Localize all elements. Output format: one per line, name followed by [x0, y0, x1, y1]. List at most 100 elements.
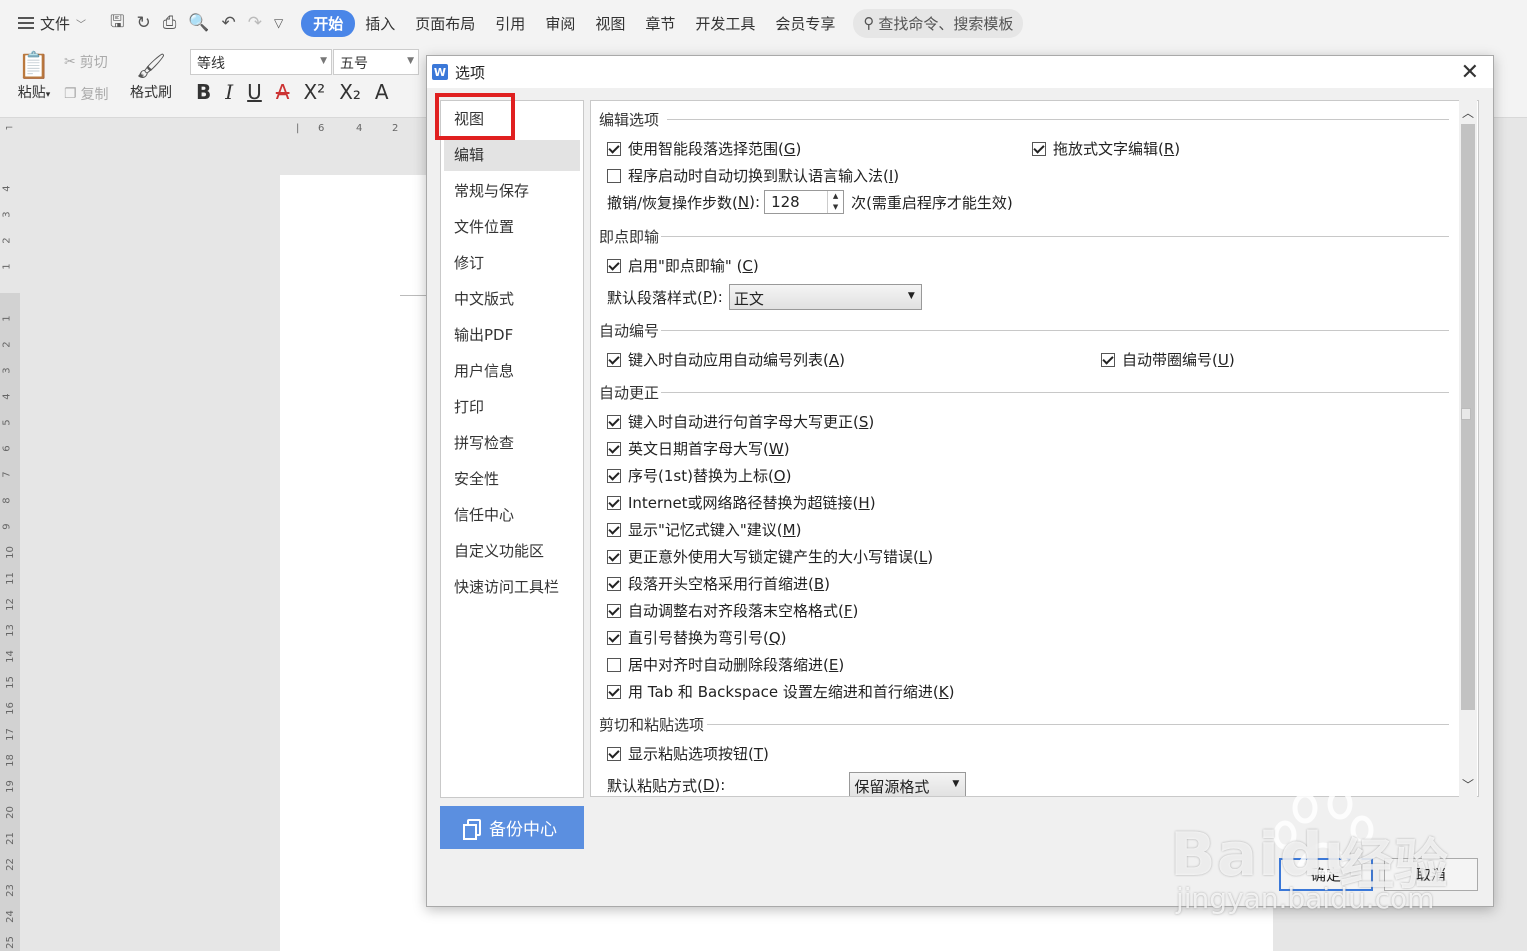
checkbox-icon[interactable] [607, 352, 621, 367]
nav-item-customize-ribbon[interactable]: 自定义功能区 [441, 536, 583, 567]
checkbox-icon[interactable] [607, 168, 621, 183]
ok-button[interactable]: 确定 [1279, 858, 1373, 891]
cut-button[interactable]: ✂ 剪切 [64, 52, 108, 72]
file-menu[interactable]: 文件 ﹀ [0, 13, 110, 34]
format-painter-button[interactable]: 🖌 格式刷 [126, 50, 176, 102]
checkbox-auto-correct-item[interactable]: 用 Tab 和 Backspace 设置左缩进和首行缩进(K) [607, 681, 954, 702]
tab-view[interactable]: 视图 [585, 13, 635, 34]
checkbox-icon[interactable] [1101, 352, 1115, 367]
checkbox-auto-correct-item[interactable]: 自动调整右对齐段落末空格格式(F) [607, 600, 858, 621]
tab-developer[interactable]: 开发工具 [685, 13, 765, 34]
font-name-value: 等线 [197, 56, 225, 72]
content-scrollbar[interactable]: ︿ ﹀ [1459, 100, 1477, 797]
checkbox-auto-correct-item[interactable]: 序号(1st)替换为上标(O) [607, 465, 791, 486]
checkbox-auto-correct-item[interactable]: 更正意外使用大写锁定键产生的大小写错误(L) [607, 546, 933, 567]
checkbox-auto-list[interactable]: 键入时自动应用自动编号列表(A) [607, 349, 845, 370]
spin-down-icon[interactable]: ▼ [828, 202, 843, 213]
checkbox-icon[interactable] [607, 141, 621, 156]
checkbox-icon[interactable] [607, 549, 621, 564]
checkbox-icon[interactable] [607, 657, 621, 672]
nav-item-chinese-layout[interactable]: 中文版式 [441, 284, 583, 315]
nav-item-file-location[interactable]: 文件位置 [441, 212, 583, 243]
customize-icon[interactable]: ▽ [274, 16, 283, 30]
checkbox-auto-correct-item[interactable]: 显示"记忆式键入"建议(M) [607, 519, 801, 540]
checkbox-icon[interactable] [607, 441, 621, 456]
checkbox-auto-correct-item[interactable]: 英文日期首字母大写(W) [607, 438, 790, 459]
italic-icon[interactable]: I [225, 80, 233, 104]
bold-icon[interactable]: B [196, 80, 211, 104]
tab-page-layout[interactable]: 页面布局 [405, 13, 485, 34]
copy-button[interactable]: ❐ 复制 [64, 84, 109, 104]
checkbox-icon[interactable] [607, 576, 621, 591]
nav-item-quick-access[interactable]: 快速访问工具栏 [441, 572, 583, 603]
default-paste-value: 保留源格式 [854, 778, 930, 796]
print-icon[interactable]: ⎙ [163, 13, 177, 33]
checkbox-icon[interactable] [607, 684, 621, 699]
checkbox-smart-paragraph[interactable]: 使用智能段落选择范围(G) [607, 138, 801, 159]
checkbox-icon[interactable] [607, 746, 621, 761]
tab-insert[interactable]: 插入 [355, 13, 405, 34]
nav-item-edit[interactable]: 编辑 [444, 140, 580, 171]
checkbox-drag-drop[interactable]: 拖放式文字编辑(R) [1032, 138, 1180, 159]
checkbox-auto-correct-item[interactable]: 键入时自动进行句首字母大写更正(S) [607, 411, 874, 432]
strikethrough-icon[interactable]: A [276, 80, 290, 104]
checkbox-show-paste-button[interactable]: 显示粘贴选项按钮(T) [607, 743, 769, 764]
default-style-select[interactable]: 正文 ▼ [728, 284, 922, 310]
nav-item-revision[interactable]: 修订 [441, 248, 583, 279]
checkbox-click-and-type[interactable]: 启用"即点即输" (C) [607, 255, 759, 276]
scroll-down-icon[interactable]: ﹀ [1462, 776, 1474, 793]
backup-center-button[interactable]: 备份中心 [440, 806, 584, 849]
undo-icon[interactable]: ↶ [222, 13, 236, 33]
nav-item-export-pdf[interactable]: 输出PDF [441, 320, 583, 351]
tab-member[interactable]: 会员专享 [765, 13, 845, 34]
nav-item-trust-center[interactable]: 信任中心 [441, 500, 583, 531]
checkbox-icon[interactable] [607, 258, 621, 273]
nav-item-print[interactable]: 打印 [441, 392, 583, 423]
checkbox-icon[interactable] [607, 630, 621, 645]
paren: ) [868, 412, 875, 431]
chevron-down-icon: ﹀ [76, 19, 87, 31]
print-preview-icon[interactable]: 🔍 [188, 13, 209, 33]
subscript-icon[interactable]: X₂ [339, 80, 361, 104]
checkbox-auto-ime[interactable]: 程序启动时自动切换到默认语言输入法(I) [607, 165, 899, 186]
checkbox-auto-circle[interactable]: 自动带圈编号(U) [1101, 349, 1235, 370]
font-size-select[interactable]: 五号 ▼ [333, 49, 419, 75]
paren: ) [838, 655, 845, 674]
nav-item-general-save[interactable]: 常规与保存 [441, 176, 583, 207]
tab-review[interactable]: 审阅 [535, 13, 585, 34]
cancel-button[interactable]: 取消 [1384, 858, 1478, 891]
nav-item-user-info[interactable]: 用户信息 [441, 356, 583, 387]
checkbox-icon[interactable] [1032, 141, 1046, 156]
checkbox-icon[interactable] [607, 414, 621, 429]
checkbox-icon[interactable] [607, 468, 621, 483]
nav-item-view[interactable]: 视图 [441, 104, 583, 135]
undo-steps-stepper[interactable]: 128 ▲ ▼ [764, 190, 845, 214]
tab-home[interactable]: 开始 [301, 9, 356, 37]
scroll-up-icon[interactable]: ︿ [1462, 104, 1474, 121]
underline-icon[interactable]: U [247, 80, 262, 104]
checkbox-auto-correct-item[interactable]: 居中对齐时自动删除段落缩进(E) [607, 654, 844, 675]
checkbox-auto-correct-item[interactable]: Internet或网络路径替换为超链接(H) [607, 492, 876, 513]
save-icon[interactable]: 🖫 [110, 9, 124, 38]
nav-item-security[interactable]: 安全性 [441, 464, 583, 495]
checkbox-label: 英文日期首字母大写( [628, 440, 769, 458]
checkbox-icon[interactable] [607, 495, 621, 510]
checkbox-icon[interactable] [607, 603, 621, 618]
checkbox-auto-correct-item[interactable]: 段落开头空格采用行首缩进(B) [607, 573, 830, 594]
tab-references[interactable]: 引用 [485, 13, 535, 34]
tab-section[interactable]: 章节 [635, 13, 685, 34]
close-icon[interactable]: ✕ [1461, 60, 1479, 85]
checkbox-auto-correct-item[interactable]: 直引号替换为弯引号(Q) [607, 627, 787, 648]
text-effect-icon[interactable]: A [375, 80, 389, 104]
nav-item-spell-check[interactable]: 拼写检查 [441, 428, 583, 459]
section-title: 剪切和粘贴选项 [599, 716, 705, 734]
format-icon[interactable]: ↻ [136, 13, 150, 33]
redo-icon[interactable]: ↷ [248, 13, 262, 33]
paste-button[interactable]: 📋 粘贴▾ [12, 50, 56, 102]
superscript-icon[interactable]: X² [303, 80, 325, 104]
default-paste-select[interactable]: 保留源格式 ▼ [849, 772, 967, 796]
checkbox-icon[interactable] [607, 522, 621, 537]
font-name-select[interactable]: 等线 ▼ [190, 49, 332, 75]
spin-up-icon[interactable]: ▲ [828, 191, 843, 202]
command-search[interactable]: ⚲ 查找命令、搜索模板 [853, 8, 1024, 38]
